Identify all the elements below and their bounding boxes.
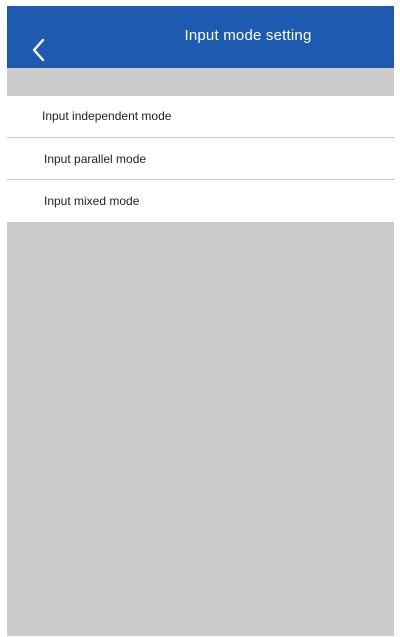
- chevron-left-icon: [32, 38, 45, 62]
- back-button[interactable]: [29, 36, 49, 64]
- page-title: Input mode setting: [184, 27, 312, 44]
- app-screen: Input mode setting Input independent mod…: [7, 6, 394, 636]
- mode-item-parallel[interactable]: Input parallel mode: [7, 138, 394, 180]
- mode-item-independent[interactable]: Input independent mode: [7, 96, 394, 138]
- mode-item-label: Input mixed mode: [44, 194, 140, 208]
- header-bar: Input mode setting: [7, 6, 394, 68]
- mode-item-mixed[interactable]: Input mixed mode: [7, 180, 394, 223]
- mode-item-label: Input independent mode: [42, 109, 172, 123]
- top-spacer: [7, 68, 394, 96]
- mode-list: Input independent mode Input parallel mo…: [7, 96, 394, 223]
- empty-content-area: [7, 222, 394, 636]
- mode-item-label: Input parallel mode: [44, 152, 147, 166]
